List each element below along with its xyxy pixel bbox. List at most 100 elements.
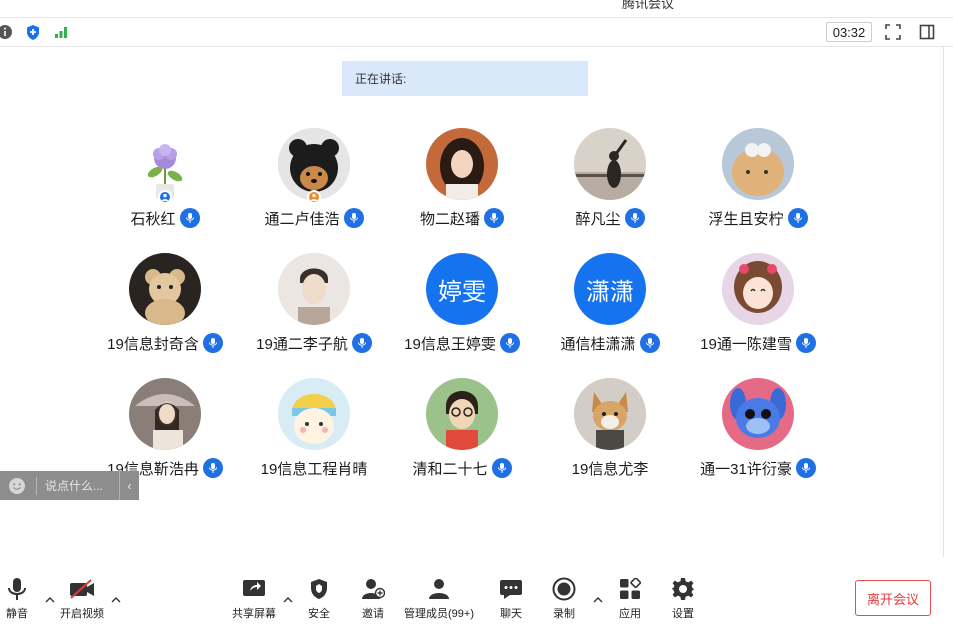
fullscreen-icon[interactable]: [884, 23, 902, 41]
share-screen-icon: [241, 576, 267, 602]
meeting-status-bar: 03:32: [0, 17, 953, 47]
mic-icon: [202, 333, 223, 353]
participant-avatar: [722, 378, 794, 450]
participant-avatar: [426, 128, 498, 200]
chat-button[interactable]: 聊天: [498, 576, 524, 624]
participant-name-row: 石秋红: [90, 207, 240, 229]
gear-icon: [670, 576, 696, 602]
participant-tile[interactable]: 物二赵璠: [387, 128, 537, 238]
settings-button[interactable]: 设置: [670, 576, 696, 624]
participant-name-row: 19信息封奇含: [90, 332, 240, 354]
participant-tile[interactable]: 潇潇 通信桂潇潇: [535, 253, 685, 363]
chevron-up-icon[interactable]: [592, 594, 604, 604]
participant-tile[interactable]: 醉凡尘: [535, 128, 685, 238]
participant-avatar: [278, 378, 350, 450]
chevron-up-icon[interactable]: [44, 594, 56, 604]
mic-icon: [499, 333, 520, 353]
chat-quick-input[interactable]: 说点什么... ‹: [0, 471, 139, 500]
security-shield-icon[interactable]: [24, 23, 42, 41]
start-video-button[interactable]: 开启视频: [60, 576, 104, 624]
participant-name: 19通一陈建雪: [700, 335, 792, 353]
apps-button[interactable]: 应用: [617, 576, 643, 624]
invite-label: 邀请: [362, 608, 384, 620]
participant-avatar: [129, 378, 201, 450]
meeting-info-icon[interactable]: [0, 23, 14, 41]
panel-divider: [943, 47, 944, 557]
mic-icon: [795, 333, 816, 353]
security-button[interactable]: 安全: [306, 576, 332, 624]
participant-tile[interactable]: 清和二十七: [387, 378, 537, 488]
add-user-icon: [360, 576, 386, 602]
participant-avatar: [129, 253, 201, 325]
share-screen-button[interactable]: 共享屏幕: [232, 576, 276, 624]
participant-name: 通信桂潇潇: [560, 335, 636, 353]
manage-members-label: 管理成员(99+): [404, 608, 474, 620]
chevron-up-icon[interactable]: [110, 594, 122, 604]
participant-name-row: 19信息工程肖晴: [239, 457, 389, 479]
mic-icon: [624, 208, 645, 228]
participant-name-row: 浮生且安柠: [683, 207, 833, 229]
meeting-toolbar: 静音 开启视频 共享屏幕 安全 邀请 管理成员(99+) 聊天 录制 应用 设置: [0, 566, 953, 626]
mic-icon: [787, 208, 808, 228]
participant-tile[interactable]: 19信息工程肖晴: [239, 378, 389, 488]
apps-grid-icon: [617, 576, 643, 602]
network-signal-icon[interactable]: [52, 23, 70, 41]
settings-label: 设置: [672, 608, 694, 620]
participant-name-row: 通一31许衍豪: [683, 457, 833, 479]
mic-icon: [795, 458, 816, 478]
members-icon: [426, 576, 452, 602]
chat-bubble-icon: [498, 576, 524, 602]
participant-name: 19信息工程肖晴: [260, 460, 368, 478]
participant-tile[interactable]: 通二卢佳浩: [239, 128, 389, 238]
chat-placeholder[interactable]: 说点什么...: [45, 477, 119, 494]
sidebar-toggle-icon[interactable]: [918, 23, 936, 41]
meeting-timer: 03:32: [826, 22, 872, 42]
participant-avatar: [278, 253, 350, 325]
participant-tile[interactable]: 浮生且安柠: [683, 128, 833, 238]
share-screen-label: 共享屏幕: [232, 608, 276, 620]
participant-name-row: 通二卢佳浩: [239, 207, 389, 229]
participant-name-row: 清和二十七: [387, 457, 537, 479]
participant-avatar: 潇潇: [574, 253, 646, 325]
participant-tile[interactable]: 石秋红: [90, 128, 240, 238]
user-badge-icon: [158, 190, 172, 204]
participant-avatar: [574, 378, 646, 450]
participant-tile[interactable]: 19通二李子航: [239, 253, 389, 363]
participant-name-row: 通信桂潇潇: [535, 332, 685, 354]
mute-button[interactable]: 静音: [4, 576, 30, 624]
record-button[interactable]: 录制: [551, 576, 577, 624]
participant-name: 石秋红: [130, 210, 176, 228]
mic-icon: [351, 333, 372, 353]
chevron-left-icon[interactable]: ‹: [119, 471, 139, 500]
chat-divider: [36, 476, 37, 495]
participant-name: 物二赵璠: [419, 210, 480, 228]
chevron-up-icon[interactable]: [282, 594, 294, 604]
participant-name: 19信息尤李: [571, 460, 649, 478]
mic-icon: [639, 333, 660, 353]
participant-tile[interactable]: 19信息封奇含: [90, 253, 240, 363]
participant-name: 19信息封奇含: [107, 335, 199, 353]
participant-name-row: 19信息王婷雯: [387, 332, 537, 354]
participant-avatar: [722, 128, 794, 200]
start-video-label: 开启视频: [60, 608, 104, 620]
leave-meeting-button[interactable]: 离开会议: [855, 580, 931, 616]
emoji-icon[interactable]: [6, 475, 28, 497]
invite-button[interactable]: 邀请: [360, 576, 386, 624]
active-speaker-label: 正在讲话:: [355, 72, 407, 86]
participant-tile[interactable]: 通一31许衍豪: [683, 378, 833, 488]
participant-name: 通一31许衍豪: [700, 460, 792, 478]
participant-avatar: [722, 253, 794, 325]
record-icon: [551, 576, 577, 602]
participant-name-row: 物二赵璠: [387, 207, 537, 229]
participant-tile[interactable]: 婷雯 19信息王婷雯: [387, 253, 537, 363]
participant-name: 19通二李子航: [256, 335, 348, 353]
mic-icon: [179, 208, 200, 228]
participant-tile[interactable]: 19信息尤李: [535, 378, 685, 488]
participant-tile[interactable]: 19通一陈建雪: [683, 253, 833, 363]
manage-members-button[interactable]: 管理成员(99+): [404, 576, 474, 624]
participant-name-row: 19信息尤李: [535, 457, 685, 479]
window-title: 腾讯会议: [622, 0, 675, 11]
participant-avatar: [426, 378, 498, 450]
host-badge-icon: [307, 190, 321, 204]
mic-icon: [491, 458, 512, 478]
